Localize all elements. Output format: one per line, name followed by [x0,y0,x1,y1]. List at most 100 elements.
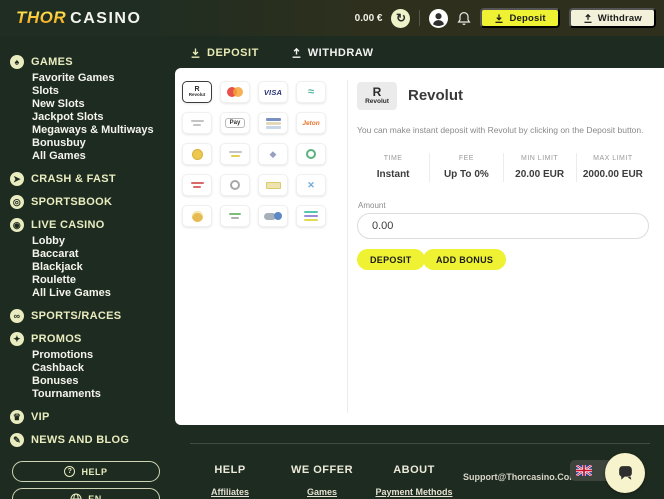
add-bonus-button[interactable]: ADD BONUS [423,249,506,270]
sidebar-nav: ♠ GAMES Favorite Games Slots New Slots J… [0,36,175,499]
sidebar-item-favorite-games[interactable]: Favorite Games [10,72,175,85]
revolut-logo: R Revolut [189,86,206,98]
help-button-label: HELP [81,467,107,477]
info-value-time: Instant [357,169,429,180]
sidebar-item-promotions[interactable]: Promotions [10,349,175,362]
sidebar-item-roulette[interactable]: Roulette [10,274,175,287]
gold-coin-logo [192,211,203,222]
sidebar-section-vip[interactable]: ♛ VIP [10,410,175,424]
payment-tabs: DEPOSIT WITHDRAW [190,47,374,59]
payment-tile[interactable] [296,205,326,227]
support-email: Support@Thorcasino.Com [463,472,577,482]
sidebar-item-jackpot-slots[interactable]: Jackpot Slots [10,111,175,124]
payment-tile[interactable] [258,174,288,196]
info-value-max-limit: 2000.00 EUR [577,169,649,180]
selected-method-badge: R Revolut [357,82,397,110]
news-icon: ✎ [10,433,24,447]
card-logo [266,118,281,129]
footer-heading-we-offer: WE OFFER [272,464,372,476]
ethereum-logo: ◆ [270,149,277,160]
method-description: You can make instant deposit with Revolu… [357,125,652,136]
payment-tile[interactable] [182,174,212,196]
sidebar-item-new-slots[interactable]: New Slots [10,98,175,111]
sidebar-item-bonusbuy[interactable]: Bonusbuy [10,137,175,150]
sidebar-section-news-blog[interactable]: ✎ NEWS AND BLOG [10,433,175,447]
info-header-time: TIME [357,155,429,162]
section-label: GAMES [31,56,73,68]
deposit-panel: R Revolut VISA ≈ Pay Jeton [175,68,664,425]
sidebar-item-tournaments[interactable]: Tournaments [10,388,175,401]
section-label: CRASH & FAST [31,173,116,185]
payment-tile[interactable] [182,205,212,227]
sidebar-item-baccarat[interactable]: Baccarat [10,248,175,261]
payment-tile[interactable]: ≈ [296,81,326,103]
payment-tile-mastercard[interactable] [220,81,250,103]
payment-tile[interactable] [220,205,250,227]
payment-tile-revolut[interactable]: R Revolut [182,81,212,103]
tab-deposit[interactable]: DEPOSIT [190,47,259,59]
payment-tile-apple-pay[interactable]: Pay [220,112,250,134]
gray-ring-logo [230,180,240,190]
withdraw-button-label: Withdraw [598,13,642,24]
payment-tile-jeton[interactable]: Jeton [296,112,326,134]
payment-tile[interactable] [258,205,288,227]
payment-tile[interactable] [220,143,250,165]
amount-input[interactable] [357,213,649,239]
payment-tile-visa[interactable]: VISA [258,81,288,103]
logo-thor-text: THOR [16,8,66,28]
payment-tile-ethereum[interactable]: ◆ [258,143,288,165]
sidebar-item-lobby[interactable]: Lobby [10,235,175,248]
info-value-fee: Up To 0% [430,169,502,180]
footer-link-payment-methods[interactable]: Payment Methods [375,487,452,497]
wave-logo: ≈ [308,86,314,98]
tab-withdraw[interactable]: WITHDRAW [291,47,374,59]
live-chat-button[interactable] [605,453,645,493]
topbar-divider [419,10,420,26]
sidebar-section-games[interactable]: ♠ GAMES [10,55,175,69]
user-icon [429,9,448,28]
sidebar-item-blackjack[interactable]: Blackjack [10,261,175,274]
games-icon: ♠ [10,55,24,69]
payment-tile[interactable] [258,112,288,134]
uk-flag-icon [576,465,592,476]
footer-link-affiliates[interactable]: Affiliates [211,487,249,497]
sidebar-item-megaways[interactable]: Megaways & Multiways [10,124,175,137]
payment-tile[interactable] [182,143,212,165]
section-label: NEWS AND BLOG [31,434,129,446]
payment-tile[interactable] [220,174,250,196]
info-header-fee: FEE [430,155,502,162]
sidebar-section-crash-fast[interactable]: ➤ CRASH & FAST [10,172,175,186]
refresh-balance-icon[interactable]: ↻ [391,9,410,28]
section-label: LIVE CASINO [31,219,105,231]
chat-icon [616,464,635,483]
footer-link-games[interactable]: Games [307,487,337,497]
sidebar-item-cashback[interactable]: Cashback [10,362,175,375]
logo[interactable]: THOR CASINO [16,8,141,28]
download-icon [494,13,504,24]
payment-tile[interactable] [182,112,212,134]
notifications-bell-icon[interactable] [457,11,471,26]
language-button[interactable]: EN [12,488,160,499]
deposit-submit-button[interactable]: DEPOSIT [357,249,425,270]
info-header-min-limit: MIN LIMIT [504,155,576,162]
section-label: SPORTSBOOK [31,196,112,208]
payment-tile[interactable]: ✕ [296,174,326,196]
sidebar-section-promos[interactable]: ✦ PROMOS [10,332,175,346]
withdraw-button[interactable]: Withdraw [569,8,656,28]
sidebar-item-all-games[interactable]: All Games [10,150,175,163]
sidebar-section-sportsbook[interactable]: ◎ SPORTSBOOK [10,195,175,209]
sidebar-item-slots[interactable]: Slots [10,85,175,98]
help-button[interactable]: ? HELP [12,461,160,482]
payment-methods-grid: R Revolut VISA ≈ Pay Jeton [182,81,326,227]
deposit-button[interactable]: Deposit [480,8,559,28]
multicolor-lines-logo [304,211,318,221]
sidebar-section-live-casino[interactable]: ◉ LIVE CASINO [10,218,175,232]
sidebar-item-bonuses[interactable]: Bonuses [10,375,175,388]
sidebar-item-all-live-games[interactable]: All Live Games [10,287,175,300]
upload-icon [291,47,302,59]
user-account-icon[interactable] [429,9,448,28]
logo-casino-text: CASINO [70,10,141,28]
payment-tile[interactable] [296,143,326,165]
info-value-min-limit: 20.00 EUR [504,169,576,180]
sidebar-section-sports-races[interactable]: ∞ SPORTS/RACES [10,309,175,323]
